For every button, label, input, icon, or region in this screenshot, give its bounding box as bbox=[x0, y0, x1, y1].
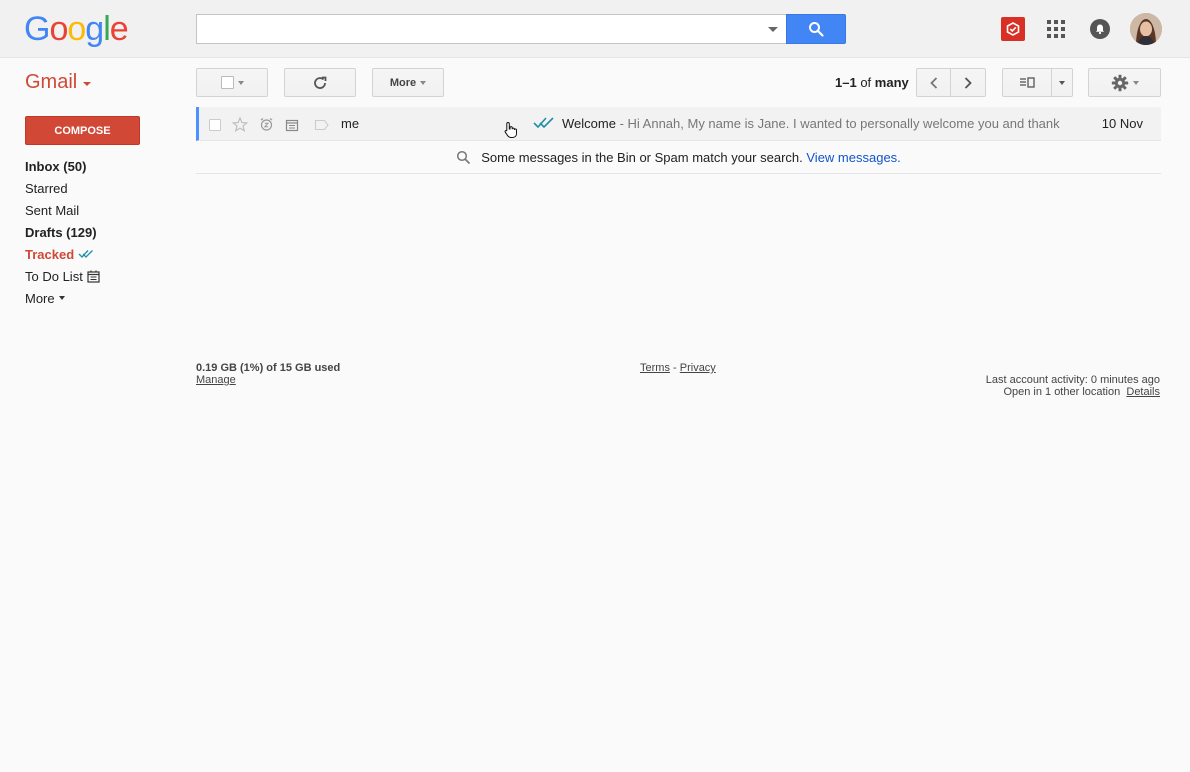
storage-info: 0.19 GB (1%) of 15 GB used Manage bbox=[196, 362, 340, 386]
compose-button[interactable]: COMPOSE bbox=[25, 116, 140, 145]
sidebar-item-starred[interactable]: Starred bbox=[25, 177, 185, 199]
bin-spam-notice: Some messages in the Bin or Spam match y… bbox=[196, 142, 1161, 174]
notice-text-wrapper: Some messages in the Bin or Spam match y… bbox=[481, 150, 901, 165]
sidebar-item-more[interactable]: More bbox=[25, 287, 185, 309]
privacy-link[interactable]: Privacy bbox=[680, 362, 716, 374]
refresh-icon bbox=[314, 76, 327, 89]
details-link[interactable]: Details bbox=[1126, 386, 1160, 398]
sidebar-item-to-do-list[interactable]: To Do List bbox=[25, 265, 185, 287]
message-sender: me bbox=[341, 116, 360, 131]
terms-link[interactable]: Terms bbox=[640, 362, 670, 374]
sidebar-item-inbox[interactable]: Inbox (50) bbox=[25, 155, 185, 177]
sidebar-item-drafts[interactable]: Drafts (129) bbox=[25, 221, 185, 243]
footer-links: Terms - Privacy bbox=[640, 362, 716, 374]
message-snippet: - Hi Annah, My name is Jane. I wanted to… bbox=[615, 116, 1060, 131]
gear-icon bbox=[1111, 74, 1128, 91]
storage-usage: 0.19 GB (1%) of 15 GB used bbox=[196, 362, 341, 374]
double-check-icon bbox=[533, 117, 554, 129]
double-check-icon bbox=[78, 250, 94, 258]
google-logo[interactable]: Google bbox=[24, 10, 129, 49]
split-pane-options-button[interactable] bbox=[1051, 68, 1073, 97]
footer-separator: - bbox=[673, 362, 677, 374]
logo-letter: e bbox=[109, 10, 129, 48]
refresh-button[interactable] bbox=[284, 68, 356, 97]
logo-letter: G bbox=[24, 10, 50, 48]
pager-range: 1–1 bbox=[835, 75, 857, 90]
avatar[interactable] bbox=[1130, 13, 1162, 45]
label-tag-icon[interactable] bbox=[314, 119, 330, 131]
logo-letter: o bbox=[49, 10, 68, 48]
sidebar-nav: Inbox (50) Starred Sent Mail Drafts (129… bbox=[25, 155, 185, 309]
star-icon[interactable] bbox=[232, 117, 248, 132]
sidebar-item-label: Sent Mail bbox=[25, 202, 80, 218]
account-activity: Last account activity: 0 minutes ago Ope… bbox=[986, 374, 1160, 398]
newer-button[interactable] bbox=[916, 68, 951, 97]
notice-text: Some messages in the Bin or Spam match y… bbox=[481, 150, 803, 165]
search-icon bbox=[457, 150, 471, 165]
chevron-down-icon bbox=[420, 80, 427, 85]
sidebar-item-tracked[interactable]: Tracked bbox=[25, 243, 185, 265]
row-checkbox[interactable] bbox=[209, 118, 221, 131]
search-box bbox=[196, 14, 786, 44]
message-subject: Welcome bbox=[562, 116, 616, 131]
logo-letter: o bbox=[67, 10, 86, 48]
chevron-right-icon bbox=[964, 76, 972, 89]
more-actions-button[interactable]: More bbox=[372, 68, 444, 97]
search-button[interactable] bbox=[786, 14, 846, 44]
calendar-list-icon[interactable] bbox=[285, 118, 299, 132]
calendar-list-icon bbox=[87, 270, 100, 283]
search-options-dropdown-icon[interactable] bbox=[768, 27, 778, 32]
chevron-down-icon bbox=[83, 82, 92, 86]
apps-icon[interactable] bbox=[1047, 20, 1065, 38]
select-checkbox[interactable] bbox=[220, 76, 234, 89]
gmail-label: Gmail bbox=[25, 71, 78, 93]
snooze-clock-icon[interactable] bbox=[259, 117, 274, 132]
chevron-down-icon bbox=[237, 80, 244, 85]
chevron-left-icon bbox=[929, 76, 937, 89]
last-activity-text: Last account activity: 0 minutes ago bbox=[985, 374, 1160, 386]
top-header: Google bbox=[0, 0, 1190, 58]
chevron-down-icon bbox=[58, 296, 65, 300]
pager-of: of bbox=[860, 75, 872, 90]
bell-icon bbox=[1096, 24, 1104, 35]
sidebar-item-label: Inbox (50) bbox=[25, 158, 87, 174]
pager-total: many bbox=[874, 75, 909, 90]
manage-storage-link[interactable]: Manage bbox=[196, 374, 236, 386]
notifications-icon[interactable] bbox=[1090, 19, 1110, 39]
check-badge-icon bbox=[1006, 22, 1020, 36]
sidebar-item-sent-mail[interactable]: Sent Mail bbox=[25, 199, 185, 221]
message-row[interactable]: me Welcome - Hi Annah, My name is Jane. … bbox=[196, 107, 1161, 141]
select-all-button[interactable] bbox=[196, 68, 268, 97]
gmail-menu[interactable]: Gmail bbox=[25, 71, 92, 94]
chevron-down-icon bbox=[1132, 80, 1139, 85]
user-photo-icon bbox=[1130, 13, 1162, 45]
sidebar-item-label: Starred bbox=[25, 180, 68, 196]
older-button[interactable] bbox=[950, 68, 986, 97]
settings-button[interactable] bbox=[1088, 68, 1161, 97]
more-actions-label: More bbox=[389, 76, 417, 89]
sidebar-item-label: More bbox=[25, 290, 55, 306]
split-pane-icon bbox=[1020, 76, 1035, 88]
sidebar-item-label: Drafts (129) bbox=[25, 224, 97, 240]
open-location-text: Open in 1 other location bbox=[1003, 386, 1121, 398]
logo-letter: g bbox=[85, 10, 104, 48]
extension-icon[interactable] bbox=[1001, 17, 1025, 41]
sidebar-item-label: To Do List bbox=[25, 268, 83, 284]
hand-pointer-cursor-icon bbox=[504, 121, 517, 138]
sidebar-item-label: Tracked bbox=[25, 246, 75, 262]
search-icon bbox=[809, 22, 824, 37]
message-date: 10 Nov bbox=[1101, 116, 1143, 131]
split-pane-button[interactable] bbox=[1002, 68, 1052, 97]
view-messages-link[interactable]: View messages. bbox=[806, 150, 900, 165]
search-input[interactable] bbox=[197, 15, 757, 43]
row-actions bbox=[209, 117, 330, 132]
message-subject-line: Welcome - Hi Annah, My name is Jane. I w… bbox=[562, 116, 1060, 131]
chevron-down-icon bbox=[1059, 80, 1065, 85]
pagination-count[interactable]: 1–1 of many bbox=[835, 75, 909, 90]
